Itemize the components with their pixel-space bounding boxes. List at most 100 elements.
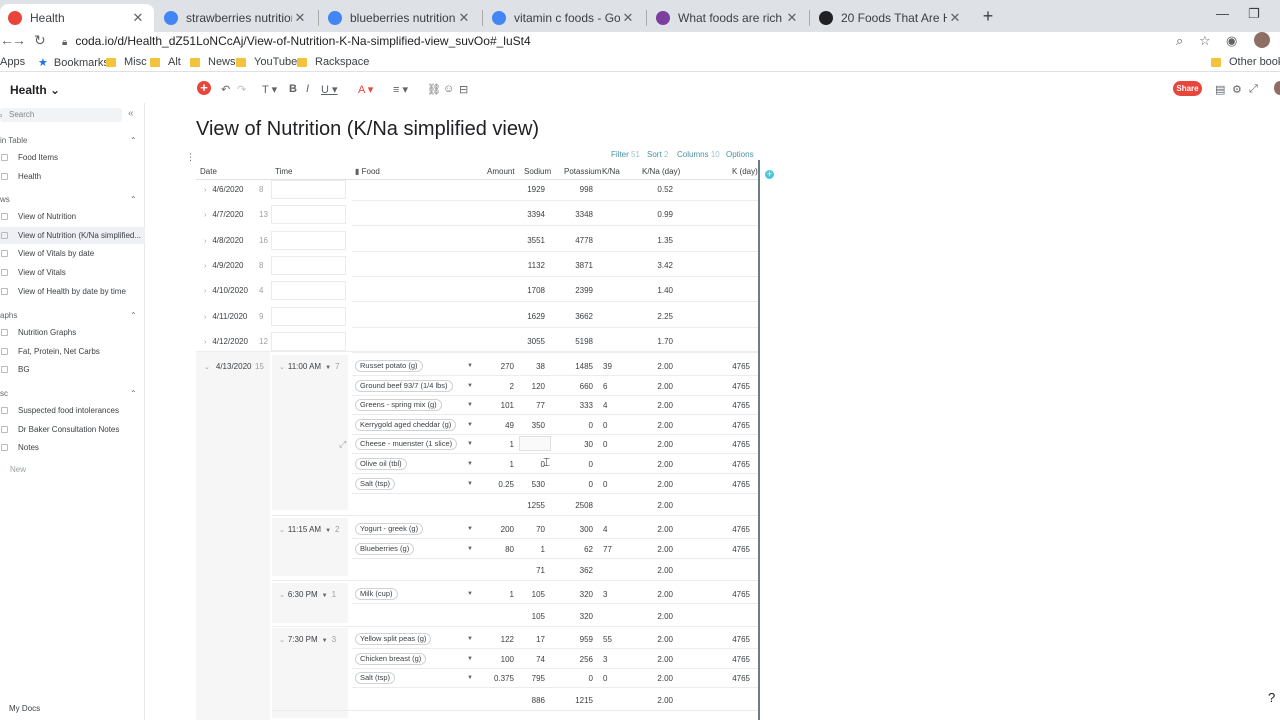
date-group-row[interactable]: › 4/6/2020 bbox=[204, 185, 243, 194]
chevron-right-icon[interactable]: › bbox=[204, 314, 206, 321]
browser-tab[interactable]: blueberries nutrition - Google Se✕ bbox=[320, 4, 480, 32]
columns-button[interactable]: Columns 10 bbox=[677, 150, 720, 159]
comment-icon[interactable]: ⊟ bbox=[459, 83, 468, 96]
restore-icon[interactable]: ❐ bbox=[1248, 6, 1260, 22]
browser-tab[interactable]: Health ✕ bbox=[0, 4, 154, 32]
chevron-right-icon[interactable]: › bbox=[204, 288, 206, 295]
sidebar-item[interactable]: Fat, Protein, Net Carbs bbox=[0, 343, 145, 360]
chevron-up-icon[interactable]: ⌃ bbox=[130, 389, 137, 398]
sidebar-item[interactable]: Food Items bbox=[0, 149, 145, 166]
chevron-right-icon[interactable]: › bbox=[204, 187, 206, 194]
sidebar-item[interactable]: View of Vitals bbox=[0, 264, 145, 281]
text-color-icon[interactable]: A ▾ bbox=[358, 83, 373, 96]
chevron-up-icon[interactable]: ⌃ bbox=[130, 136, 137, 145]
doc-title[interactable]: Health ⌄ bbox=[10, 83, 60, 97]
share-button[interactable]: Share bbox=[1173, 81, 1202, 96]
date-group-row[interactable]: › 4/10/2020 bbox=[204, 286, 248, 295]
redo-icon[interactable]: ↷ bbox=[237, 83, 246, 96]
food-chip[interactable]: Milk (cup) bbox=[355, 588, 398, 600]
chevron-down-icon[interactable]: ⌄ bbox=[279, 592, 285, 599]
col-header-time[interactable]: Time bbox=[275, 167, 292, 176]
insert-button[interactable]: + bbox=[197, 81, 211, 95]
settings-gear-icon[interactable]: ⚙ bbox=[1232, 83, 1242, 96]
close-tab-icon[interactable]: ✕ bbox=[130, 10, 146, 26]
col-header-date[interactable]: Date bbox=[200, 167, 217, 176]
emoji-icon[interactable]: ☺ bbox=[443, 83, 454, 95]
bookmark-star-icon[interactable]: ☆ bbox=[1199, 33, 1211, 49]
food-chip[interactable]: Greens - spring mix (g) bbox=[355, 399, 442, 412]
my-docs-link[interactable]: My Docs bbox=[9, 704, 40, 713]
sidebar-section-title[interactable]: ws bbox=[0, 195, 10, 204]
sidebar-item[interactable]: Dr Baker Consultation Notes bbox=[0, 421, 145, 438]
new-tab-button[interactable]: + bbox=[978, 6, 998, 26]
col-header-amount[interactable]: Amount bbox=[487, 167, 515, 176]
dropdown-arrow-icon[interactable]: ▼ bbox=[467, 441, 473, 447]
dropdown-arrow-icon[interactable]: ▼ bbox=[467, 636, 473, 642]
text-style-icon[interactable]: T ▾ bbox=[262, 83, 277, 96]
date-group-row[interactable]: › 4/11/2020 bbox=[204, 312, 247, 321]
col-header-potassium[interactable]: Potassium bbox=[564, 167, 601, 176]
undo-icon[interactable]: ↶ bbox=[221, 83, 230, 96]
sidebar-item[interactable]: View of Nutrition (K/Na simplified... bbox=[0, 226, 145, 244]
dropdown-arrow-icon[interactable]: ▼ bbox=[467, 363, 473, 369]
chevron-right-icon[interactable]: › bbox=[204, 339, 206, 346]
col-header-sodium[interactable]: Sodium bbox=[524, 167, 551, 176]
chevron-right-icon[interactable]: › bbox=[204, 238, 206, 245]
food-chip[interactable]: Olive oil (tbl) bbox=[355, 458, 407, 470]
time-group-row[interactable]: ⌄ 11:15 AM ▼ 2 bbox=[279, 525, 340, 534]
dropdown-arrow-icon[interactable]: ▼ bbox=[467, 402, 473, 408]
food-chip[interactable]: Russet potato (g) bbox=[355, 360, 423, 372]
chevron-up-icon[interactable]: ⌃ bbox=[130, 311, 137, 320]
profile-avatar[interactable] bbox=[1254, 32, 1270, 48]
chevron-down-icon[interactable]: ⌄ bbox=[279, 527, 285, 534]
bookmark-bookmarks[interactable]: ★ Bookmarks bbox=[38, 56, 109, 70]
user-avatar[interactable] bbox=[1274, 81, 1280, 95]
align-icon[interactable]: ≡ ▾ bbox=[393, 83, 408, 96]
browser-tab[interactable]: 20 Foods That Are High in Vitam✕ bbox=[811, 4, 971, 32]
options-button[interactable]: Options bbox=[726, 150, 754, 159]
chevron-down-icon[interactable]: ⌄ bbox=[204, 364, 210, 371]
bookmark-apps[interactable]: Apps bbox=[0, 56, 25, 68]
bookmark-youtube[interactable]: YouTube bbox=[236, 56, 297, 68]
browser-tab[interactable]: strawberries nutrition - Google S✕ bbox=[156, 4, 316, 32]
sidebar-section-title[interactable]: aphs bbox=[0, 311, 17, 320]
chevron-up-icon[interactable]: ⌃ bbox=[130, 195, 137, 204]
food-chip[interactable]: Salt (tsp) bbox=[355, 672, 396, 685]
col-header-k-day[interactable]: K (day) bbox=[732, 167, 758, 176]
dropdown-arrow-icon[interactable]: ▼ bbox=[325, 365, 331, 371]
sidebar-search-input[interactable]: Search bbox=[0, 108, 122, 122]
time-group-row[interactable]: ⌄ 7:30 PM ▼ 3 bbox=[279, 635, 336, 644]
sort-button[interactable]: Sort 2 bbox=[647, 150, 668, 159]
chevron-right-icon[interactable]: › bbox=[204, 263, 206, 270]
time-group-row[interactable]: ⌄ 6:30 PM ▼ 1 bbox=[279, 590, 336, 599]
address-bar[interactable]: 🔒︎ coda.io/d/Health_dZ51LoNCcAj/View-of-N… bbox=[62, 34, 531, 48]
chevron-right-icon[interactable]: › bbox=[204, 212, 206, 219]
sidebar-section-title[interactable]: sc bbox=[0, 389, 8, 398]
help-icon[interactable]: ? bbox=[1268, 690, 1275, 705]
dropdown-arrow-icon[interactable]: ▼ bbox=[322, 638, 328, 644]
add-column-button[interactable]: + bbox=[765, 170, 774, 179]
dropdown-arrow-icon[interactable]: ▼ bbox=[467, 656, 473, 662]
chevron-down-icon[interactable]: ⌄ bbox=[279, 364, 285, 371]
browser-tab[interactable]: What foods are rich in vitamin C?✕ bbox=[648, 4, 808, 32]
new-page-button[interactable]: New bbox=[10, 465, 26, 474]
food-chip[interactable]: Chicken breast (g) bbox=[355, 652, 427, 665]
zoom-icon[interactable]: ⌕ bbox=[1176, 33, 1183, 49]
dropdown-arrow-icon[interactable]: ▼ bbox=[467, 675, 473, 681]
sidebar-item[interactable]: BG bbox=[0, 361, 145, 378]
sidebar-item[interactable]: Nutrition Graphs bbox=[0, 324, 145, 341]
date-group-row[interactable]: ⌄ 4/13/2020 bbox=[204, 362, 251, 371]
italic-icon[interactable]: I bbox=[306, 83, 309, 95]
underline-icon[interactable]: U ▾ bbox=[321, 83, 338, 96]
filter-button[interactable]: Filter 51 bbox=[611, 150, 640, 159]
food-chip[interactable]: Blueberries (g) bbox=[355, 542, 415, 555]
reload-icon[interactable]: ↻ bbox=[34, 32, 46, 49]
food-chip[interactable]: Yellow split peas (g) bbox=[355, 633, 432, 645]
comments-panel-icon[interactable]: ▤ bbox=[1215, 83, 1225, 96]
dropdown-arrow-icon[interactable]: ▼ bbox=[467, 481, 473, 487]
sidebar-section-title[interactable]: in Table bbox=[0, 136, 27, 145]
dropdown-arrow-icon[interactable]: ▼ bbox=[467, 526, 473, 532]
sidebar-item[interactable]: Notes bbox=[0, 439, 145, 456]
dropdown-arrow-icon[interactable]: ▼ bbox=[467, 546, 473, 552]
time-group-row[interactable]: ⌄ 11:00 AM ▼ 7 bbox=[279, 362, 340, 371]
